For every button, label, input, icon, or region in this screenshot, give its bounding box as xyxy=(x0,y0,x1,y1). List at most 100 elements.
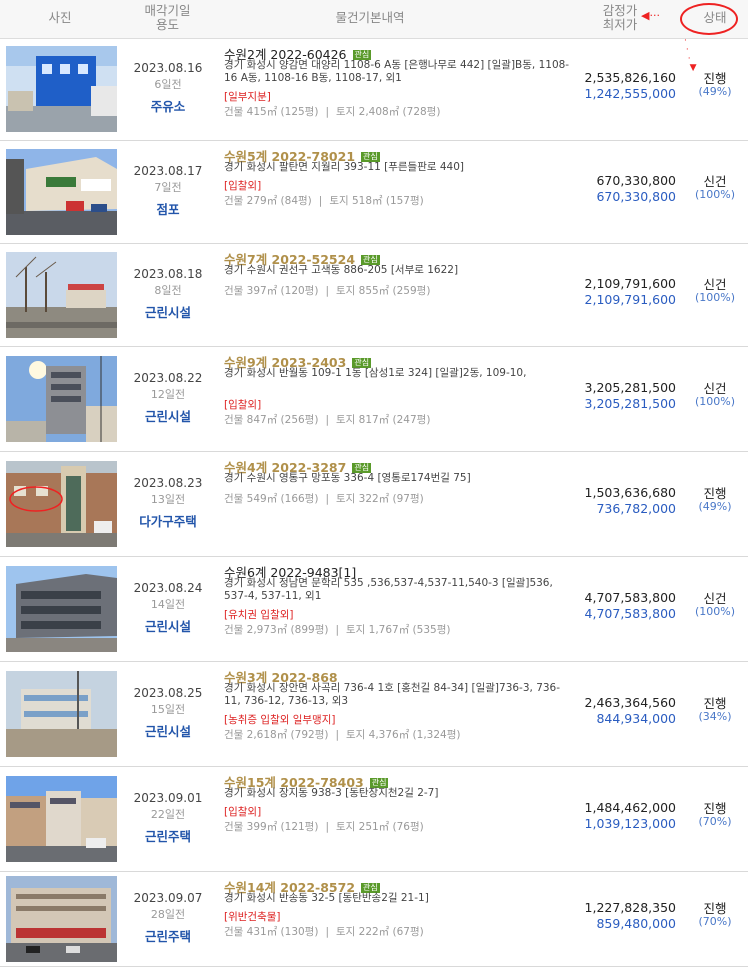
sale-date: 2023.08.24 xyxy=(133,581,203,595)
land-area: 토지 817㎡ (247평) xyxy=(335,414,431,426)
sale-date: 2023.09.01 xyxy=(133,791,203,805)
sale-date: 2023.08.16 xyxy=(133,61,203,75)
minimum-price: 1,039,123,000 xyxy=(584,816,676,831)
sale-date: 2023.08.18 xyxy=(133,267,203,281)
minimum-percent: (34%) xyxy=(698,710,732,723)
minimum-price: 736,782,000 xyxy=(596,501,676,516)
property-use: 점포 xyxy=(156,202,180,217)
table-row[interactable]: 2023.09.07 28일전 근린주택 수원14계 2022-8572 관심 경… xyxy=(0,871,748,967)
sale-date: 2023.08.17 xyxy=(133,164,203,178)
arrow-left-icon: ◀··· xyxy=(641,9,660,22)
land-area: 토지 518㎡ (157평) xyxy=(329,195,424,207)
property-address: 경기 수원시 영통구 망포동 336-4 [영통로174번길 75] xyxy=(224,472,471,484)
table-row[interactable]: 2023.08.24 14일전 근린시설 수원6계 2022-9483[1] 경… xyxy=(0,556,748,662)
table-row[interactable]: 2023.08.18 8일전 근린시설 수원7계 2022-52524 관심 경기… xyxy=(0,243,748,347)
building-area: 건물 397㎡ (120평) xyxy=(224,285,319,297)
land-area: 토지 2,408㎡ (728평) xyxy=(335,106,441,118)
property-use: 다가구주택 xyxy=(139,514,197,529)
table-row[interactable]: 2023.08.25 15일전 근린시설 수원3계 2022-868 경기 화성… xyxy=(0,661,748,767)
property-address: 경기 화성시 정남면 문학리 535 ,536,537-4,537-11,540… xyxy=(224,577,553,602)
property-photo[interactable] xyxy=(6,461,117,547)
land-area: 토지 855㎡ (259평) xyxy=(335,285,431,297)
sale-date: 2023.08.25 xyxy=(133,686,203,700)
property-photo[interactable] xyxy=(6,776,117,862)
special-notes: [유치권 입찰외] xyxy=(224,609,294,621)
property-photo[interactable] xyxy=(6,356,117,442)
special-notes: [입찰외] xyxy=(224,180,262,192)
building-area: 건물 431㎡ (130평) xyxy=(224,926,319,938)
minimum-price: 2,109,791,600 xyxy=(584,292,676,307)
area-info: 건물 415㎡ (125평) | 토지 2,408㎡ (728평) xyxy=(224,106,441,118)
property-photo[interactable] xyxy=(6,46,117,132)
days-ago: 7일전 xyxy=(154,181,182,194)
appraisal-price: 1,227,828,350 xyxy=(584,900,676,915)
minimum-percent: (70%) xyxy=(698,915,732,928)
info-column-header: 물건기본내역 xyxy=(335,10,405,25)
land-area: 토지 251㎡ (76평) xyxy=(335,821,424,833)
minimum-price: 844,934,000 xyxy=(596,711,676,726)
minimum-percent: (100%) xyxy=(694,188,736,201)
property-use: 주유소 xyxy=(150,99,186,114)
area-info: 건물 431㎡ (130평) | 토지 222㎡ (67평) xyxy=(224,926,424,938)
appraisal-price: 2,535,826,160 xyxy=(584,70,676,85)
land-area: 토지 4,376㎡ (1,324평) xyxy=(346,729,461,741)
minimum-percent: (49%) xyxy=(698,500,732,513)
area-info: 건물 2,973㎡ (899평) | 토지 1,767㎡ (535평) xyxy=(224,624,451,636)
property-photo[interactable] xyxy=(6,252,117,338)
days-ago: 6일전 xyxy=(154,78,182,91)
appraisal-price: 4,707,583,800 xyxy=(584,590,676,605)
property-photo[interactable] xyxy=(6,149,117,235)
minimum-price: 1,242,555,000 xyxy=(584,86,676,101)
special-notes: [입찰외] xyxy=(224,806,262,818)
area-info: 건물 397㎡ (120평) | 토지 855㎡ (259평) xyxy=(224,285,431,297)
table-header: 사진 매각기일 용도 물건기본내역 감정가 최저가 상태 ◀··· · · · … xyxy=(0,0,748,73)
property-photo[interactable] xyxy=(6,876,117,962)
building-area: 건물 399㎡ (121평) xyxy=(224,821,319,833)
minimum-percent: (100%) xyxy=(694,395,736,408)
building-area: 건물 2,618㎡ (792평) xyxy=(224,729,329,741)
appraisal-price: 1,484,462,000 xyxy=(584,800,676,815)
days-ago: 12일전 xyxy=(150,388,186,401)
use-header-label: 용도 xyxy=(155,17,179,32)
photo-column-header: 사진 xyxy=(48,10,72,25)
land-area: 토지 222㎡ (67평) xyxy=(335,926,424,938)
table-row[interactable]: 2023.08.17 7일전 점포 수원5계 2022-78021 관심 경기 화… xyxy=(0,140,748,244)
building-area: 건물 549㎡ (166평) xyxy=(224,493,319,505)
table-row[interactable]: 2023.08.22 12일전 근린시설 수원9계 2023-2403 관심 경기… xyxy=(0,346,748,452)
minimum-percent: (49%) xyxy=(698,85,732,98)
appraisal-price: 1,503,636,680 xyxy=(584,485,676,500)
sale-date: 2023.08.22 xyxy=(133,371,203,385)
date-header-label: 매각기일 xyxy=(144,3,191,18)
property-use: 근린주택 xyxy=(144,929,191,944)
land-area: 토지 1,767㎡ (535평) xyxy=(346,624,451,636)
area-info: 건물 279㎡ (84평) | 토지 518㎡ (157평) xyxy=(224,195,424,207)
property-address: 경기 화성시 양감면 대양리 1108-6 A동 [은행나무로 442] [일괄… xyxy=(224,59,570,84)
days-ago: 28일전 xyxy=(150,908,186,921)
date-use-column-header[interactable]: 매각기일 용도 xyxy=(130,4,205,32)
appraisal-price: 670,330,800 xyxy=(596,173,676,188)
status-highlight-circle xyxy=(680,3,738,35)
building-area: 건물 279㎡ (84평) xyxy=(224,195,312,207)
land-area: 토지 322㎡ (97평) xyxy=(335,493,424,505)
property-photo[interactable] xyxy=(6,566,117,652)
days-ago: 8일전 xyxy=(154,284,182,297)
minimum-price: 670,330,800 xyxy=(596,189,676,204)
table-row[interactable]: 2023.08.16 6일전 주유소 수원2계 2022-60426 관심 경기 … xyxy=(0,38,748,141)
minimum-price: 3,205,281,500 xyxy=(584,396,676,411)
appraisal-price: 2,109,791,600 xyxy=(584,276,676,291)
building-area: 건물 847㎡ (256평) xyxy=(224,414,319,426)
days-ago: 22일전 xyxy=(150,808,186,821)
days-ago: 13일전 xyxy=(150,493,186,506)
property-use: 근린주택 xyxy=(144,829,191,844)
property-use: 근린시설 xyxy=(144,724,191,739)
property-address: 경기 화성시 반송동 32-5 [동탄반송2길 21-1] xyxy=(224,892,429,904)
days-ago: 14일전 xyxy=(150,598,186,611)
property-address: 경기 수원시 권선구 고색동 886-205 [서부로 1622] xyxy=(224,264,459,276)
property-use: 근린시설 xyxy=(144,409,191,424)
property-use: 근린시설 xyxy=(144,619,191,634)
table-row[interactable]: 2023.08.23 13일전 다가구주택 수원4계 2022-3287 관심 경… xyxy=(0,451,748,557)
area-info: 건물 399㎡ (121평) | 토지 251㎡ (76평) xyxy=(224,821,424,833)
minimum-price: 4,707,583,800 xyxy=(584,606,676,621)
table-row[interactable]: 2023.09.01 22일전 근린주택 수원15계 2022-78403 관심 … xyxy=(0,766,748,872)
property-photo[interactable] xyxy=(6,671,117,757)
